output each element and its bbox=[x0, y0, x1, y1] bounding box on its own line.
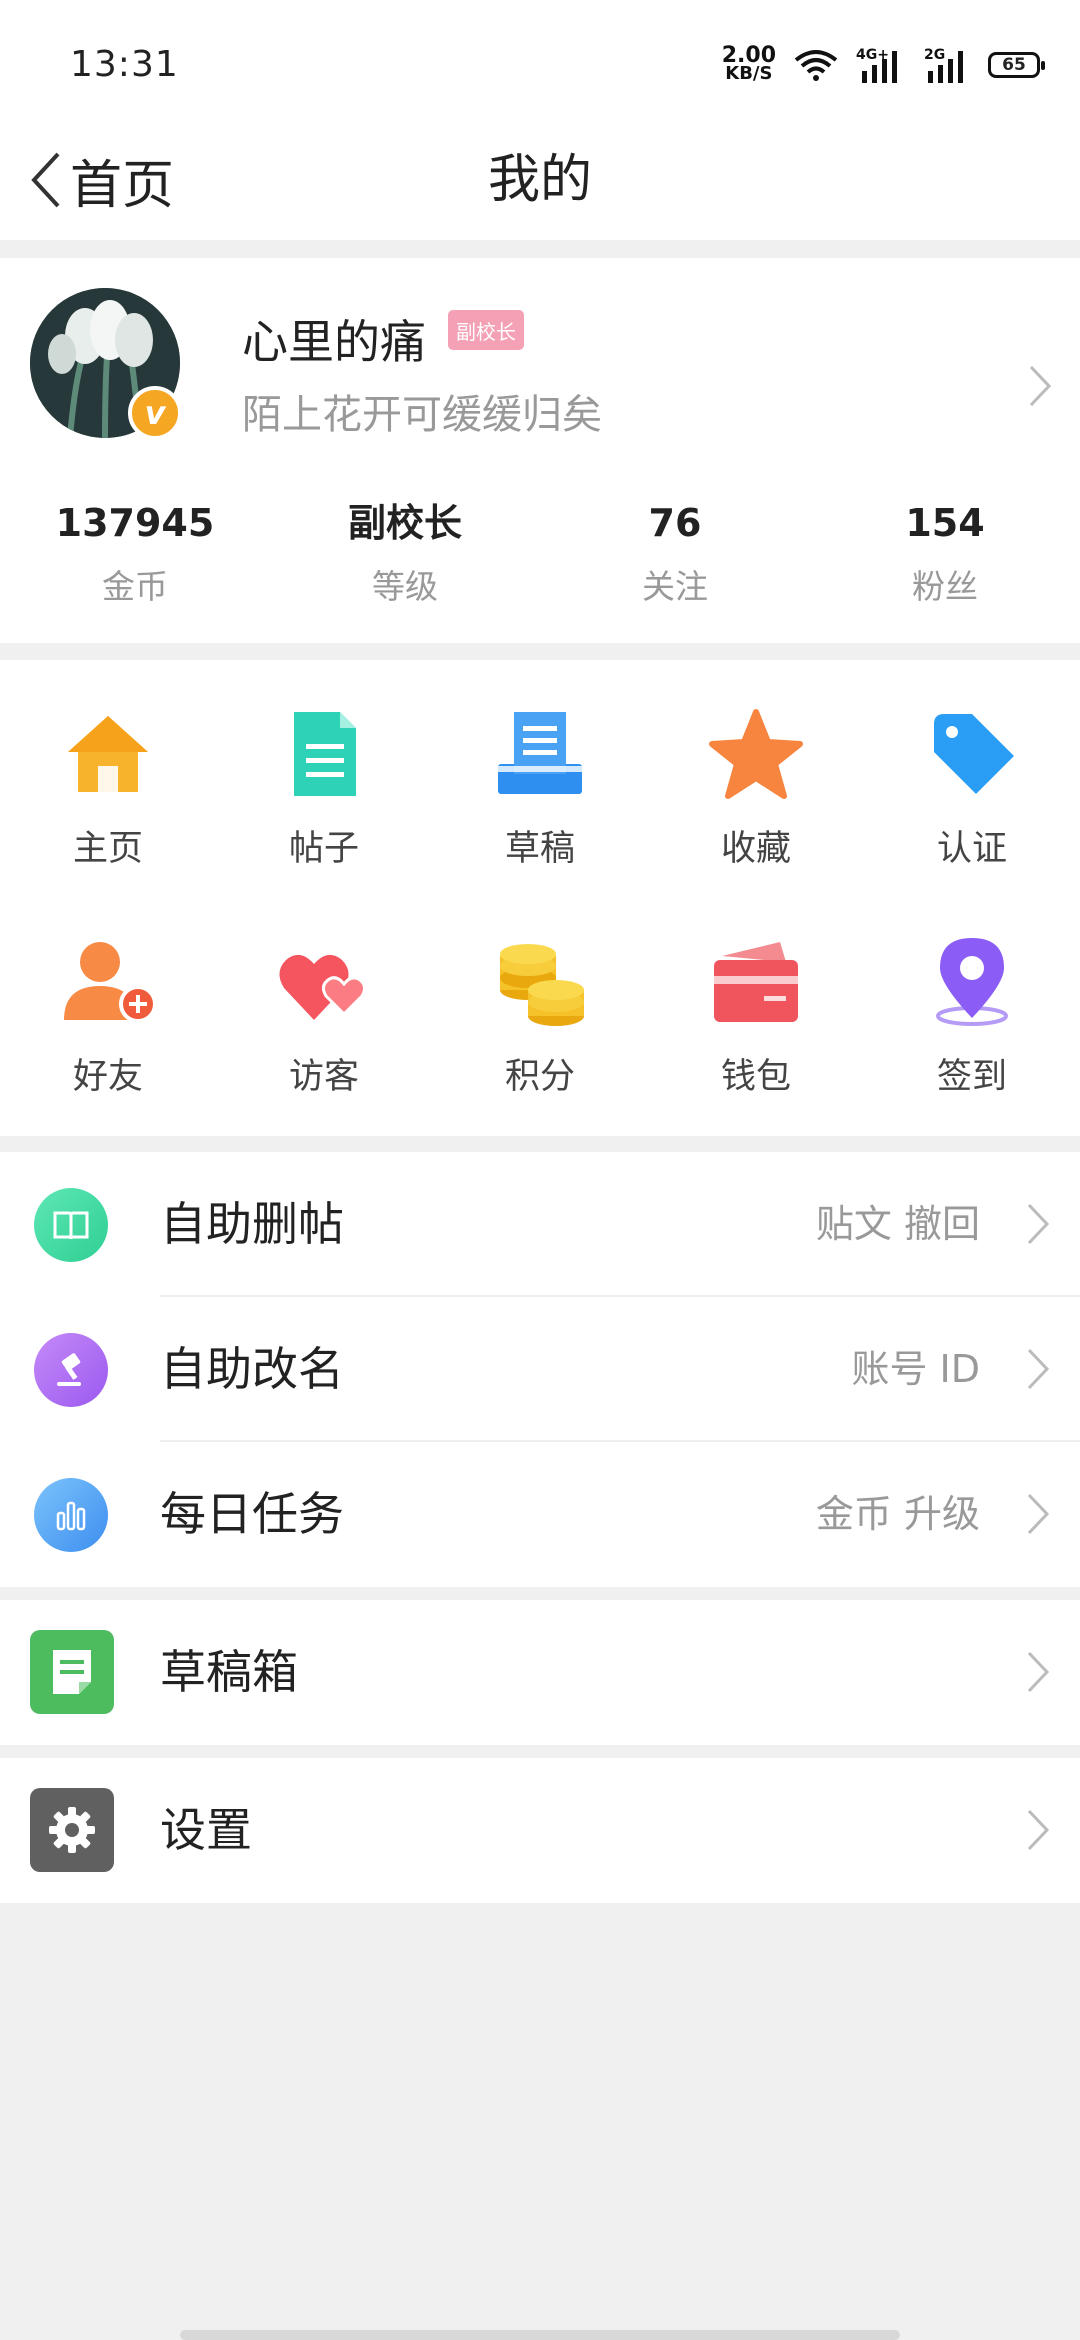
chevron-right-icon[interactable] bbox=[1028, 364, 1052, 408]
wallet-icon bbox=[714, 942, 798, 1022]
grid-item-home[interactable]: 主页 bbox=[0, 660, 216, 869]
draft-tray-icon bbox=[498, 712, 582, 794]
signal-4g-icon: 4G+ bbox=[856, 47, 897, 83]
chevron-right-icon bbox=[1027, 1493, 1050, 1535]
status-time: 13:31 bbox=[70, 44, 179, 85]
status-icons: 2.00 KB/S 4G+ 2G 65 bbox=[721, 42, 1045, 88]
menu-item-settings[interactable]: 设置 bbox=[0, 1758, 1080, 1903]
chevron-right-icon bbox=[1027, 1809, 1050, 1851]
avatar[interactable]: v bbox=[30, 288, 182, 440]
feature-grid: 主页 帖子 草稿 收藏 认证 好友 访客 积分 钱包 签到 bbox=[0, 660, 1080, 1136]
signal-2g-icon: 2G bbox=[924, 47, 963, 83]
verified-badge-icon: v bbox=[128, 386, 182, 440]
stat-coins[interactable]: 137945 金币 bbox=[0, 498, 270, 608]
stat-level[interactable]: 副校长 等级 bbox=[270, 498, 540, 608]
network-speed: 2.00 KB/S bbox=[721, 43, 776, 84]
battery-icon: 65 bbox=[988, 52, 1045, 78]
profile-card: v 心里的痛 副校长 陌上花开可缓缓归矣 137945 金币 副校长 等级 76… bbox=[0, 258, 1080, 643]
drafts-section: 草稿箱 bbox=[0, 1600, 1080, 1745]
tag-icon bbox=[934, 714, 1014, 794]
menu-item-self-delete-post[interactable]: 自助删帖 贴文 撤回 bbox=[0, 1152, 1080, 1297]
add-friend-icon bbox=[64, 942, 157, 1023]
settings-section: 设置 bbox=[0, 1758, 1080, 1903]
grid-item-verify[interactable]: 认证 bbox=[864, 660, 1080, 869]
rank-badge: 副校长 bbox=[448, 310, 524, 350]
grid-item-drafts[interactable]: 草稿 bbox=[432, 660, 648, 869]
gavel-icon bbox=[34, 1333, 108, 1407]
menu-item-self-rename[interactable]: 自助改名 账号 ID bbox=[0, 1297, 1080, 1442]
house-icon bbox=[68, 716, 148, 792]
grid-item-visitors[interactable]: 访客 bbox=[216, 888, 432, 1097]
grid-item-favorites[interactable]: 收藏 bbox=[648, 660, 864, 869]
grid-item-points[interactable]: 积分 bbox=[432, 888, 648, 1097]
grid-item-wallet[interactable]: 钱包 bbox=[648, 888, 864, 1097]
chevron-right-icon bbox=[1027, 1203, 1050, 1245]
menu-item-daily-tasks[interactable]: 每日任务 金币 升级 bbox=[0, 1442, 1080, 1587]
hearts-icon bbox=[279, 954, 367, 1020]
grid-item-checkin[interactable]: 签到 bbox=[864, 888, 1080, 1097]
book-icon bbox=[34, 1188, 108, 1262]
chevron-right-icon bbox=[1027, 1651, 1050, 1693]
username: 心里的痛 bbox=[242, 315, 426, 369]
svg-text:2G: 2G bbox=[924, 47, 945, 63]
grid-item-friends[interactable]: 好友 bbox=[0, 888, 216, 1097]
menu-item-draft-box[interactable]: 草稿箱 bbox=[0, 1600, 1080, 1745]
nav-bar: 首页 我的 bbox=[0, 120, 1080, 240]
signature: 陌上花开可缓缓归矣 bbox=[242, 392, 602, 438]
page-title: 我的 bbox=[487, 150, 592, 210]
status-bar: 13:31 2.00 KB/S 4G+ 2G 65 bbox=[0, 0, 1080, 120]
home-indicator[interactable] bbox=[180, 2330, 900, 2340]
stats-row: 137945 金币 副校长 等级 76 关注 154 粉丝 bbox=[0, 498, 1080, 608]
star-icon bbox=[709, 709, 803, 799]
coins-icon bbox=[500, 944, 584, 1026]
grid-item-posts[interactable]: 帖子 bbox=[216, 660, 432, 869]
document-icon bbox=[294, 712, 356, 796]
stat-fans[interactable]: 154 粉丝 bbox=[810, 498, 1080, 608]
note-icon bbox=[30, 1630, 114, 1714]
tools-menu: 自助删帖 贴文 撤回 自助改名 账号 ID 每日任务 金币 升级 bbox=[0, 1152, 1080, 1587]
chevron-right-icon bbox=[1027, 1348, 1050, 1390]
bar-chart-icon bbox=[34, 1478, 108, 1552]
gear-icon bbox=[30, 1788, 114, 1872]
stat-following[interactable]: 76 关注 bbox=[540, 498, 810, 608]
wifi-icon bbox=[794, 50, 838, 81]
location-pin-icon bbox=[936, 938, 1008, 1026]
